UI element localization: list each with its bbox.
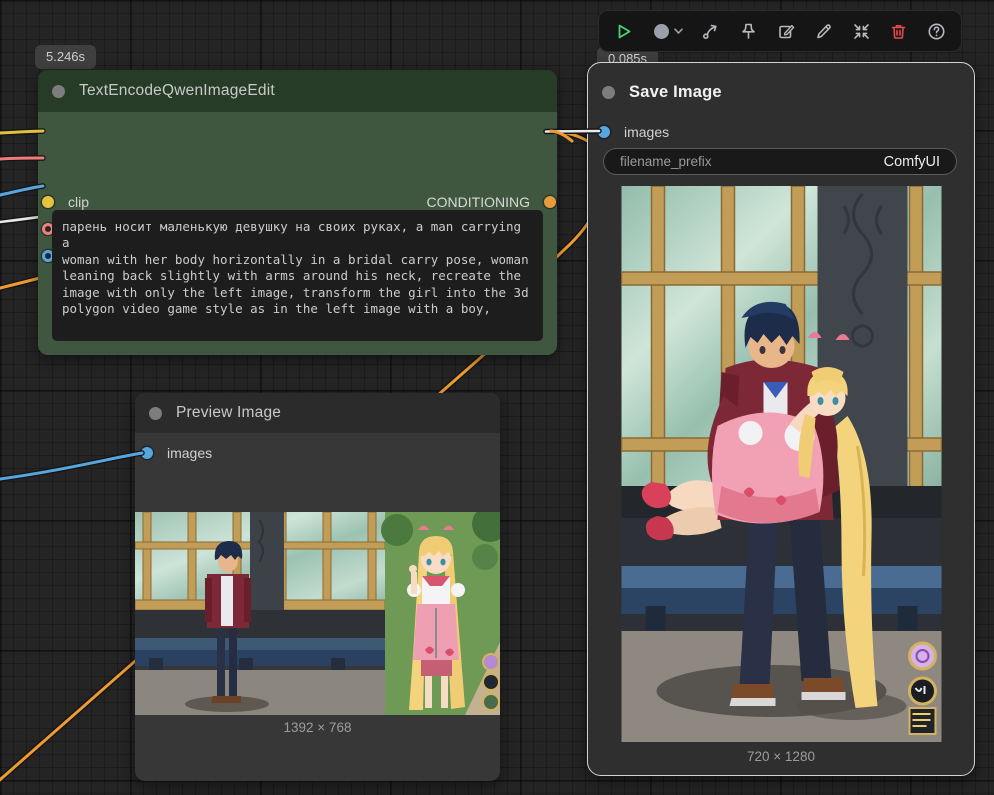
input-slot-images[interactable]: images (598, 118, 669, 145)
edit-workflow-button[interactable] (777, 22, 796, 41)
image-dimensions-caption: 1392 × 768 (283, 720, 352, 735)
preview-image-thumbnail[interactable] (135, 512, 500, 715)
queue-status-circle-icon (653, 23, 669, 39)
wire-clip (0, 129, 45, 135)
widget-value: ComfyUI (883, 153, 940, 170)
collapse-dot[interactable] (602, 85, 615, 99)
node-title: Preview Image (176, 404, 282, 421)
queue-status-button[interactable] (652, 22, 683, 41)
play-icon (618, 24, 631, 38)
node-title: Save Image (629, 82, 722, 101)
goto-node-button[interactable] (701, 22, 720, 41)
node-graph-canvas[interactable]: 5.246s 0.085s TextEncodeQwenImageEdit cl… (0, 0, 994, 795)
node-save-image[interactable]: Save Image images filename_prefix ComfyU… (587, 62, 975, 776)
input-slot-images[interactable]: images (141, 439, 212, 466)
pin-icon (742, 23, 755, 39)
canvas-toolbar (598, 10, 962, 52)
collapse-dot[interactable] (52, 84, 65, 98)
node-header[interactable]: Save Image (588, 74, 974, 110)
pencil-icon (817, 23, 831, 38)
edit-box-icon (778, 24, 794, 38)
slot-label: clip (68, 193, 90, 210)
collapse-to-center-icon (853, 23, 869, 39)
pin-button[interactable] (739, 22, 758, 41)
wire-images-preview (0, 451, 144, 481)
clip-slot-dot[interactable] (42, 195, 54, 208)
node-preview-image[interactable]: Preview Image images 1392 × 768 (135, 393, 500, 781)
slot-label: CONDITIONING (426, 193, 530, 210)
wire-image (0, 184, 45, 197)
prompt-textarea[interactable]: парень носит маленькую девушку на своих … (52, 210, 543, 341)
image-dimensions-caption: 720 × 1280 (747, 749, 815, 764)
goto-node-icon (703, 24, 717, 39)
filename-prefix-widget[interactable]: filename_prefix ComfyUI (603, 148, 957, 175)
node-text-encode-qwen-image-edit[interactable]: TextEncodeQwenImageEdit clip vae image C… (38, 70, 557, 355)
trash-icon (892, 24, 906, 39)
conditioning-slot-dot[interactable] (544, 195, 556, 208)
delete-button[interactable] (889, 22, 908, 41)
node-header[interactable]: Preview Image (135, 393, 500, 433)
widget-label: filename_prefix (620, 154, 712, 169)
collapse-button[interactable] (852, 22, 871, 41)
help-icon (928, 23, 945, 39)
wire-vae (0, 156, 45, 161)
saved-image-preview[interactable] (621, 186, 942, 742)
collapse-dot[interactable] (149, 406, 162, 420)
images-slot-dot[interactable] (598, 125, 610, 138)
images-slot-dot[interactable] (141, 446, 153, 459)
saved-artwork (621, 186, 942, 742)
node-title: TextEncodeQwenImageEdit (79, 82, 275, 99)
execution-time-badge: 5.246s (35, 45, 97, 69)
node-header[interactable]: TextEncodeQwenImageEdit (38, 70, 557, 112)
help-button[interactable] (927, 22, 946, 41)
slot-label: images (624, 123, 670, 140)
prompt-text: парень носит маленькую девушку на своих … (62, 219, 529, 317)
run-button[interactable] (614, 22, 633, 41)
preview-artwork (135, 512, 500, 715)
rename-button[interactable] (814, 22, 833, 41)
chevron-down-icon (673, 27, 683, 34)
slot-label: images (167, 444, 213, 461)
